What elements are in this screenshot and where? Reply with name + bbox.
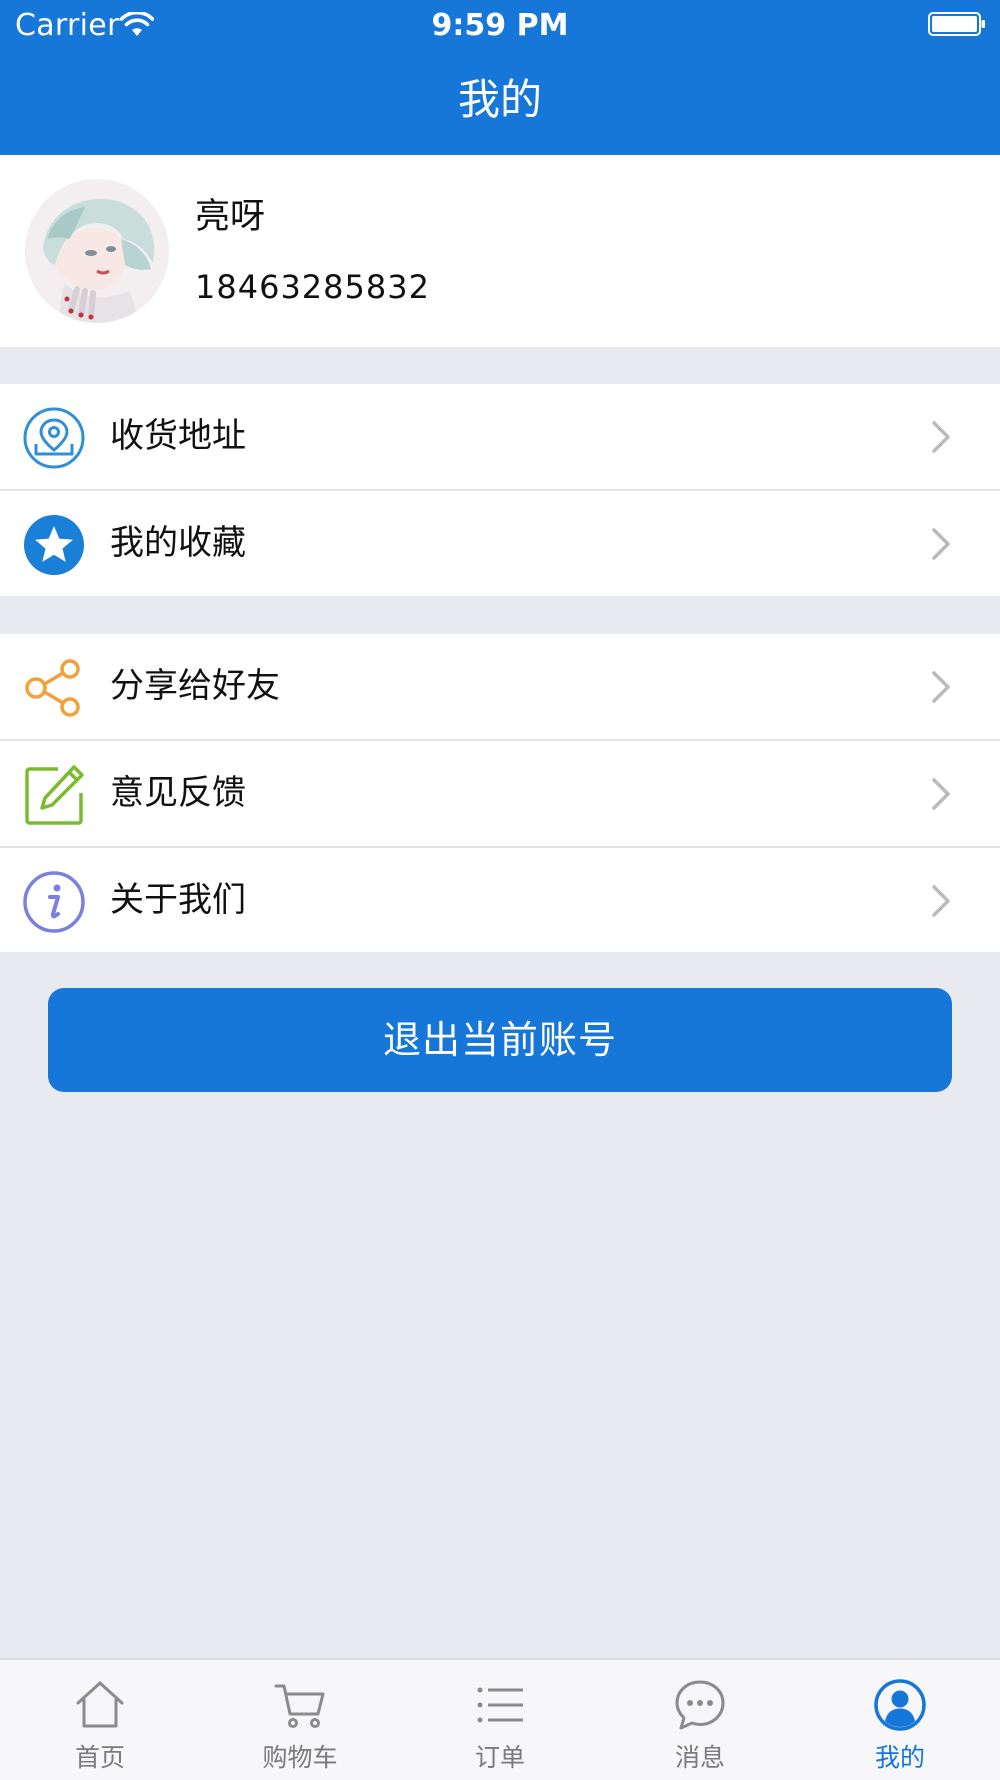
logout-button[interactable]: 退出当前账号 — [48, 988, 952, 1092]
menu-item-about[interactable]: 关于我们 — [0, 848, 1000, 953]
tab-label: 消息 — [674, 1743, 725, 1772]
tab-home[interactable]: 首页 — [0, 1660, 200, 1780]
tab-label: 首页 — [74, 1743, 125, 1772]
phone-number: 18463285832 — [195, 268, 430, 306]
header: Carrier 9:59 PM 我的 — [0, 0, 1000, 155]
page-title: 我的 — [457, 75, 542, 124]
edit-icon — [25, 765, 84, 825]
battery-icon — [928, 12, 985, 36]
username: 亮呀 — [195, 197, 266, 237]
menu-item-favorites[interactable]: 我的收藏 — [0, 491, 1000, 596]
tab-label: 购物车 — [262, 1743, 338, 1772]
chevron-right-icon — [932, 528, 950, 560]
avatar-image — [25, 179, 169, 323]
message-icon — [675, 1680, 725, 1730]
tab-orders[interactable]: 订单 — [400, 1660, 600, 1780]
list-icon — [477, 1687, 523, 1723]
menu-item-share[interactable]: 分享给好友 — [0, 634, 1000, 741]
share-icon — [25, 659, 80, 717]
info-icon — [23, 871, 85, 933]
menu-item-address[interactable]: 收货地址 — [0, 384, 1000, 491]
menu-item-label: 关于我们 — [110, 880, 246, 920]
home-icon — [76, 1681, 124, 1728]
star-icon — [24, 515, 84, 575]
chevron-right-icon — [932, 671, 950, 703]
menu-item-label: 我的收藏 — [110, 523, 246, 563]
tab-messages[interactable]: 消息 — [600, 1660, 800, 1780]
status-time: 9:59 PM — [431, 8, 569, 43]
tab-label: 订单 — [474, 1743, 525, 1772]
chevron-right-icon — [932, 421, 950, 453]
menu-item-label: 收货地址 — [110, 416, 246, 456]
tab-bar: 首页 购物车 订单 消息 我的 — [0, 1658, 1000, 1780]
profile-card[interactable]: 亮呀 18463285832 — [0, 155, 1000, 347]
tab-label: 我的 — [874, 1743, 925, 1772]
chevron-right-icon — [932, 778, 950, 810]
menu-item-feedback[interactable]: 意见反馈 — [0, 741, 1000, 848]
menu-group-account: 收货地址 我的收藏 — [0, 384, 1000, 596]
menu-item-label: 意见反馈 — [110, 773, 246, 813]
cart-icon — [274, 1684, 325, 1728]
menu-group-misc: 分享给好友 意见反馈 关于我们 — [0, 634, 1000, 952]
avatar[interactable] — [25, 179, 169, 323]
status-bar: Carrier 9:59 PM — [0, 0, 1000, 50]
chevron-right-icon — [932, 885, 950, 917]
tab-cart[interactable]: 购物车 — [200, 1660, 400, 1780]
tab-me[interactable]: 我的 — [800, 1660, 1000, 1780]
user-icon — [874, 1679, 926, 1731]
menu-item-label: 分享给好友 — [110, 666, 280, 706]
location-pin-icon — [23, 407, 85, 469]
